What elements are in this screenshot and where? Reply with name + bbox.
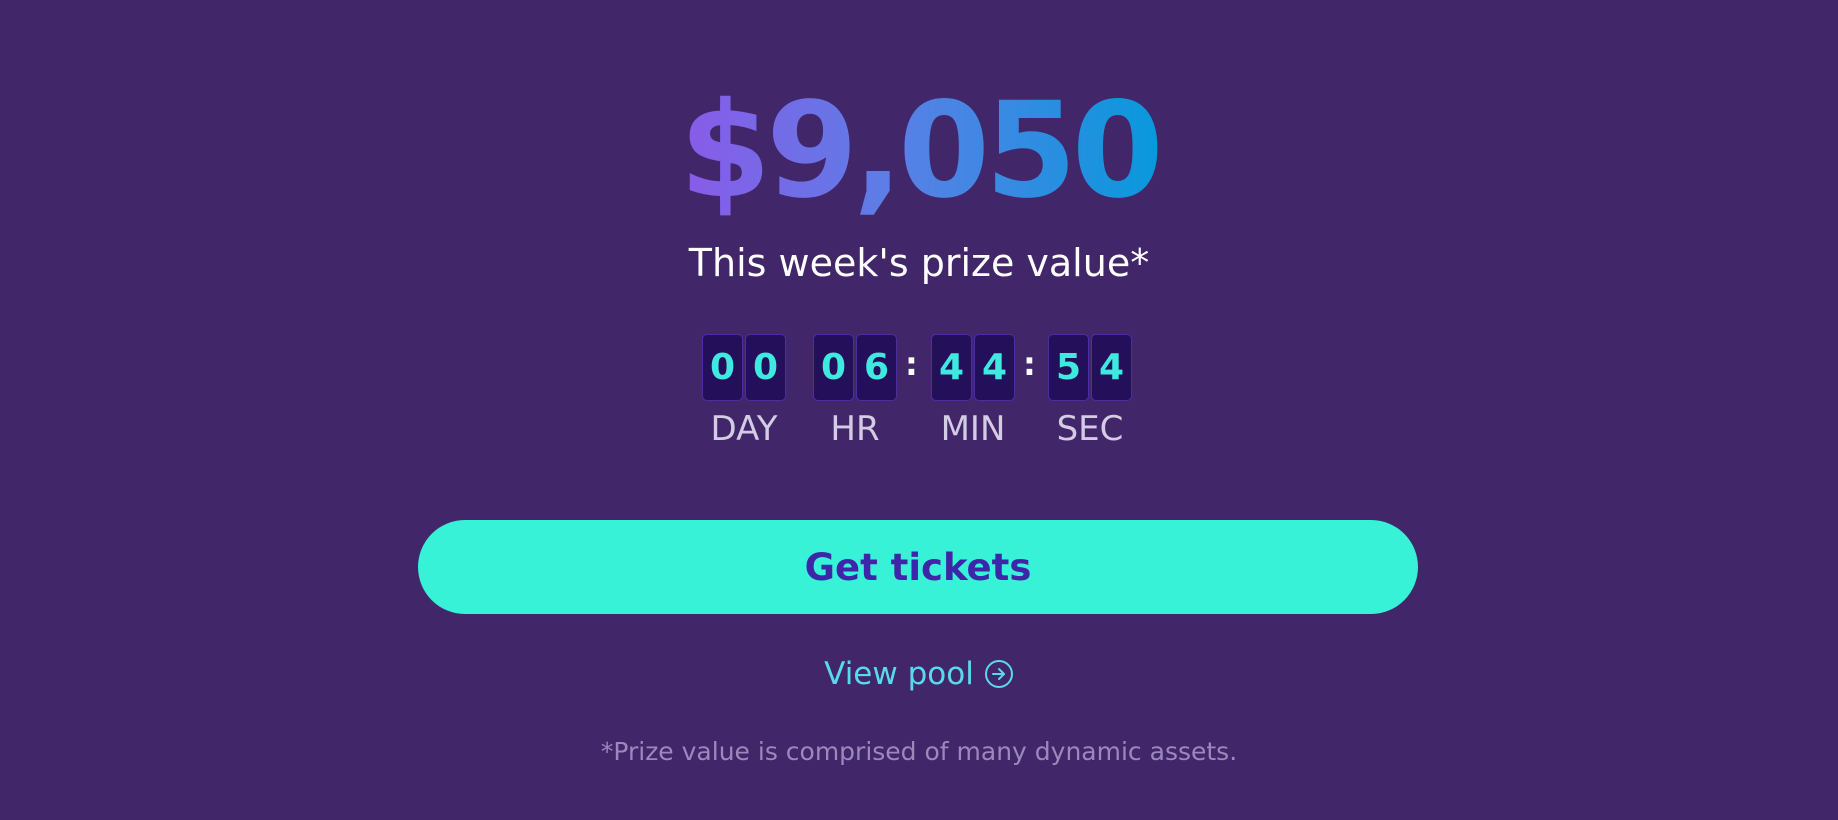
view-pool-label: View pool — [824, 656, 974, 692]
prize-panel: $9,050 This week's prize value* 0 0 DAY … — [0, 0, 1838, 820]
countdown-digit: 5 — [1048, 334, 1089, 401]
countdown-minutes: 4 4 MIN — [913, 334, 1033, 449]
view-pool-link[interactable]: View pool — [824, 654, 1014, 694]
arrow-right-circle-icon — [984, 660, 1013, 688]
countdown-label-hour: HR — [830, 409, 880, 449]
countdown-label-day: DAY — [710, 409, 778, 449]
countdown-days: 0 0 DAY — [684, 334, 804, 449]
prize-amount-text: $9,050 — [679, 74, 1163, 228]
countdown-timer: 0 0 DAY 0 6 HR : 4 4 MIN : 5 4 SEC — [0, 334, 1838, 454]
view-pool-row: View pool — [0, 654, 1838, 694]
countdown-digit: 4 — [931, 334, 972, 401]
countdown-digit: 0 — [813, 334, 854, 401]
countdown-digit: 4 — [1091, 334, 1132, 401]
countdown-digit: 0 — [702, 334, 743, 401]
countdown-hours: 0 6 HR — [795, 334, 915, 449]
countdown-digit: 0 — [745, 334, 786, 401]
countdown-digit: 4 — [974, 334, 1015, 401]
get-tickets-button[interactable]: Get tickets — [418, 520, 1418, 614]
countdown-digit: 6 — [856, 334, 897, 401]
countdown-label-min: MIN — [940, 409, 1006, 449]
countdown-label-sec: SEC — [1056, 409, 1124, 449]
countdown-seconds: 5 4 SEC — [1030, 334, 1150, 449]
prize-amount: $9,050 — [0, 76, 1838, 226]
prize-footnote: *Prize value is comprised of many dynami… — [600, 737, 1238, 766]
prize-label: This week's prize value* — [688, 241, 1150, 285]
